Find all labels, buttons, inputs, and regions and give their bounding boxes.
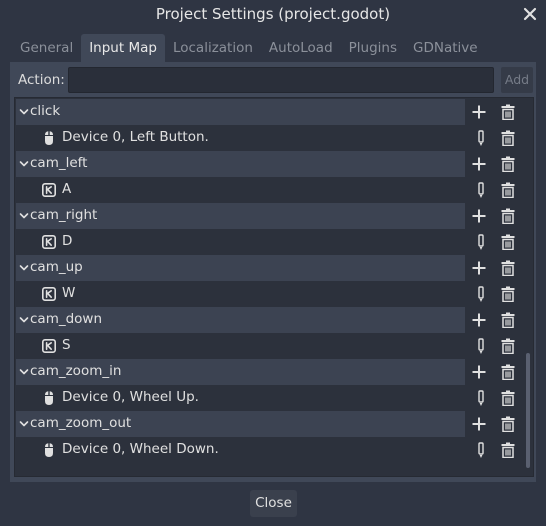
trash-icon[interactable] [500,442,516,458]
action-name: cam_zoom_in [30,363,122,379]
chevron-down-icon[interactable] [19,108,29,116]
close-icon[interactable] [522,6,538,22]
keyboard-key-icon [42,286,56,301]
keyboard-key-icon [42,234,56,249]
event-name: Device 0, Left Button. [62,129,209,145]
action-tree: click Device 0, Left Button. cam_left Acam_… [14,97,534,477]
chevron-down-icon[interactable] [19,368,29,376]
event-row[interactable]: Device 0, Left Button. [16,125,532,151]
chevron-down-icon[interactable] [19,264,29,272]
edit-icon[interactable] [476,234,486,251]
tab-localization[interactable]: Localization [165,34,261,62]
trash-icon[interactable] [500,234,516,250]
edit-icon[interactable] [476,286,486,303]
trash-icon[interactable] [500,156,516,172]
mouse-icon [45,443,53,457]
mouse-icon [45,131,53,145]
trash-icon[interactable] [500,260,516,276]
add-event-icon[interactable] [471,208,487,224]
title-bar: Project Settings (project.godot) [0,0,546,32]
action-name-input[interactable] [68,67,494,93]
add-event-icon[interactable] [471,260,487,276]
tab-gdnative[interactable]: GDNative [405,34,486,62]
tab-input-map[interactable]: Input Map [81,34,165,62]
mouse-icon [45,391,53,405]
trash-icon[interactable] [500,416,516,432]
event-name: A [62,181,72,197]
action-row[interactable]: cam_zoom_in [16,359,532,385]
trash-icon[interactable] [500,390,516,406]
event-row[interactable]: Device 0, Wheel Up. [16,385,532,411]
event-row[interactable]: A [16,177,532,203]
keyboard-key-icon [42,182,56,197]
event-row[interactable]: D [16,229,532,255]
edit-icon[interactable] [476,182,486,199]
trash-icon[interactable] [500,130,516,146]
event-name: Device 0, Wheel Up. [62,389,199,405]
add-event-icon[interactable] [471,312,487,328]
action-row[interactable]: cam_down [16,307,532,333]
chevron-down-icon[interactable] [19,212,29,220]
trash-icon[interactable] [500,338,516,354]
action-row[interactable]: cam_zoom_out [16,411,532,437]
trash-icon[interactable] [500,104,516,120]
chevron-down-icon[interactable] [19,160,29,168]
input-map-panel: Action: Add click Device 0, Left Button. c… [10,62,536,482]
trash-icon[interactable] [500,208,516,224]
event-row[interactable]: Device 0, Wheel Down. [16,437,532,463]
edit-icon[interactable] [476,390,486,407]
add-event-icon[interactable] [471,156,487,172]
add-action-button[interactable]: Add [501,67,533,93]
action-row[interactable]: cam_up [16,255,532,281]
action-row[interactable]: cam_right [16,203,532,229]
add-event-icon[interactable] [471,416,487,432]
event-name: S [62,337,71,353]
action-row-background [16,99,465,125]
chevron-down-icon[interactable] [19,420,29,428]
action-label: Action: [18,72,65,88]
edit-icon[interactable] [476,442,486,459]
tab-bar: General Input Map Localization AutoLoad … [12,34,486,62]
action-name: cam_left [30,155,88,171]
edit-icon[interactable] [476,338,486,355]
keyboard-key-icon [42,338,56,353]
event-row[interactable]: W [16,281,532,307]
close-button[interactable]: Close [250,490,297,517]
event-name: W [62,285,76,301]
event-name: Device 0, Wheel Down. [62,441,219,457]
tab-plugins[interactable]: Plugins [341,34,405,62]
action-row-background [16,255,465,281]
trash-icon[interactable] [500,182,516,198]
action-name: cam_up [30,259,83,275]
event-name: D [62,233,73,249]
add-event-icon[interactable] [471,364,487,380]
chevron-down-icon[interactable] [19,316,29,324]
add-event-icon[interactable] [471,104,487,120]
edit-icon[interactable] [476,130,486,147]
window-title: Project Settings (project.godot) [155,5,391,23]
action-row[interactable]: click [16,99,532,125]
trash-icon[interactable] [500,286,516,302]
action-name: cam_down [30,311,103,327]
trash-icon[interactable] [500,312,516,328]
trash-icon[interactable] [500,364,516,380]
event-row[interactable]: S [16,333,532,359]
tab-general[interactable]: General [12,34,81,62]
tab-autoload[interactable]: AutoLoad [261,34,341,62]
action-name: cam_right [30,207,98,223]
action-row[interactable]: cam_left [16,151,532,177]
action-name: cam_zoom_out [30,415,132,431]
action-name: click [30,103,61,119]
